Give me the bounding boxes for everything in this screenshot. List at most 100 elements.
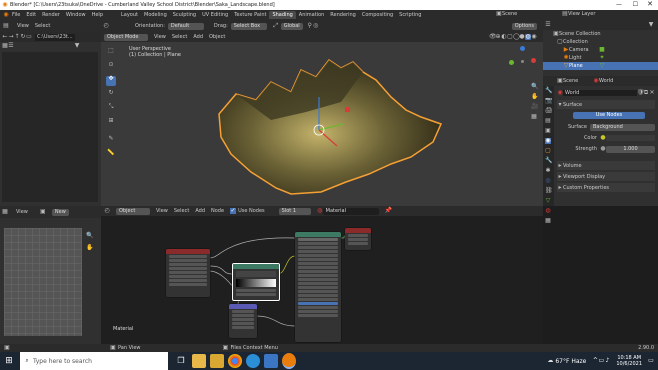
filebrowser-view-menu[interactable]: View: [17, 23, 29, 29]
properties-scene-label[interactable]: Scene: [563, 78, 593, 84]
viewport-object-menu[interactable]: Object: [209, 34, 225, 40]
node-editor-type-icon[interactable]: ◴: [104, 208, 110, 214]
texture-coordinate-node[interactable]: [166, 249, 210, 297]
tab-modeling[interactable]: Modeling: [141, 11, 170, 19]
light-data-icon[interactable]: ✦: [599, 55, 605, 61]
outliner-filter-icon[interactable]: ▼: [648, 22, 654, 28]
material-browse-icon[interactable]: ◍: [317, 208, 323, 214]
pin-icon[interactable]: 📌: [385, 208, 392, 214]
node-node-menu[interactable]: Node: [211, 208, 224, 214]
image-editor-type-icon[interactable]: ▦: [2, 209, 8, 215]
notification-icon[interactable]: ▭: [648, 358, 654, 364]
image-canvas[interactable]: [4, 228, 82, 336]
mode-dropdown[interactable]: Object Mode: [104, 33, 148, 41]
surface-shader-dropdown[interactable]: Background: [590, 123, 655, 131]
close-button[interactable]: ✕: [647, 0, 653, 8]
viewport-3d[interactable]: User Perspective (1) Collection | Plane …: [101, 42, 543, 206]
output-tab-icon[interactable]: 🖨: [545, 108, 553, 114]
tab-compositing[interactable]: Compositing: [359, 11, 396, 19]
modifier-tab-icon[interactable]: 🔧: [545, 158, 552, 164]
viewport-add-menu[interactable]: Add: [193, 34, 203, 40]
color-ramp-node[interactable]: [232, 263, 280, 301]
proportional-edit-icon[interactable]: ◎: [313, 23, 319, 29]
node-add-menu[interactable]: Add: [195, 208, 205, 214]
image-new-button[interactable]: New: [51, 208, 69, 216]
editor-type-icon[interactable]: ▤: [3, 23, 9, 29]
viewport-select-menu[interactable]: Select: [172, 34, 187, 40]
start-button[interactable]: ⊞: [0, 352, 18, 370]
constraints-tab-icon[interactable]: ⛓: [545, 188, 553, 194]
outliner-root[interactable]: Scene Collection: [559, 31, 601, 37]
orientation-dropdown[interactable]: Default: [167, 22, 204, 30]
file-explorer-icon[interactable]: [192, 354, 206, 368]
folder-icon[interactable]: [210, 354, 224, 368]
strength-field[interactable]: 1.000: [606, 145, 655, 153]
tab-shading[interactable]: Shading: [269, 11, 296, 19]
outliner-item-plane[interactable]: Plane: [569, 63, 599, 69]
custom-properties-section[interactable]: Custom Properties: [563, 185, 609, 191]
landscape-mesh[interactable]: [101, 42, 543, 206]
world-name-field[interactable]: World: [563, 90, 637, 96]
unlink-icon[interactable]: ✕: [649, 90, 655, 96]
navigation-gizmo[interactable]: [507, 46, 537, 76]
outliner-item-collection[interactable]: Collection: [563, 39, 588, 45]
camera-data-icon[interactable]: ■: [599, 47, 605, 53]
weather-text[interactable]: 67°F Haze: [555, 358, 586, 365]
node-select-menu[interactable]: Select: [174, 208, 189, 214]
transform-pivot-icon[interactable]: ⤢: [273, 23, 279, 29]
image-pan-icon[interactable]: ✋: [86, 245, 93, 251]
properties-world-label[interactable]: World: [599, 78, 613, 84]
outliner-item-camera[interactable]: Camera: [569, 47, 599, 53]
particles-tab-icon[interactable]: ✱: [545, 168, 551, 174]
pan-hand-icon[interactable]: ✋: [531, 94, 538, 100]
mapping-node[interactable]: [229, 304, 257, 338]
image-view-menu[interactable]: View: [16, 209, 28, 215]
menu-edit[interactable]: Edit: [23, 11, 39, 19]
render-tab-icon[interactable]: 📷: [545, 98, 552, 104]
tab-texture-paint[interactable]: Texture Paint: [231, 11, 269, 19]
menu-render[interactable]: Render: [39, 11, 63, 19]
view-layer-selector[interactable]: View Layer: [568, 11, 595, 17]
taskbar-search[interactable]: ⌕ Type here to search: [20, 352, 168, 370]
tab-uv-editing[interactable]: UV Editing: [199, 11, 231, 19]
tab-sculpting[interactable]: Sculpting: [170, 11, 199, 19]
tool-tab-icon[interactable]: 🔧: [545, 88, 552, 94]
path-field[interactable]: C:\Users\23t...: [35, 33, 75, 41]
physics-tab-icon[interactable]: ◎: [545, 178, 551, 184]
image-browse-icon[interactable]: ▣: [40, 209, 46, 215]
texture-tab-icon[interactable]: ▦: [545, 218, 551, 224]
principled-bsdf-node[interactable]: [295, 232, 341, 342]
outliner-editor-icon[interactable]: ☰: [545, 22, 551, 28]
material-output-node[interactable]: [345, 228, 371, 250]
ortho-grid-icon[interactable]: ▦: [531, 114, 537, 120]
maximize-button[interactable]: ☐: [633, 1, 638, 8]
taskbar-clock[interactable]: 10:18 AM 10/6/2021: [616, 355, 642, 367]
volume-icon[interactable]: ♪: [604, 358, 610, 364]
task-view-icon[interactable]: ❐: [174, 354, 188, 368]
surface-section[interactable]: Surface: [563, 102, 582, 108]
blender-taskbar-icon[interactable]: [282, 353, 296, 369]
shading-rendered-icon[interactable]: ◉: [531, 34, 537, 40]
image-zoom-icon[interactable]: 🔍: [86, 233, 93, 239]
use-nodes-checkbox[interactable]: ✓: [230, 208, 237, 214]
volume-section[interactable]: Volume: [563, 163, 582, 169]
file-list-area[interactable]: [2, 52, 98, 202]
scene-selector[interactable]: Scene: [502, 11, 562, 17]
tab-scripting[interactable]: Scripting: [396, 11, 424, 19]
tab-layout[interactable]: Layout: [118, 11, 141, 19]
mesh-data-icon[interactable]: ▽: [599, 63, 605, 69]
node-view-menu[interactable]: View: [156, 208, 168, 214]
viewport-display-section[interactable]: Viewport Display: [563, 174, 605, 180]
tab-animation[interactable]: Animation: [296, 11, 328, 19]
tab-rendering[interactable]: Rendering: [327, 11, 359, 19]
viewport-editor-type-icon[interactable]: ◴: [103, 23, 109, 29]
outliner-item-light[interactable]: Light: [569, 55, 599, 61]
world-props-tab-icon[interactable]: ◉: [545, 138, 551, 144]
view-layer-tab-icon[interactable]: ▤: [545, 118, 551, 124]
filebrowser-select-menu[interactable]: Select: [35, 23, 50, 29]
slot-dropdown[interactable]: Slot 1: [278, 207, 311, 215]
drag-dropdown[interactable]: Select Box: [230, 22, 267, 30]
viewport-view-menu[interactable]: View: [154, 34, 166, 40]
minimize-button[interactable]: —: [616, 1, 622, 8]
edge-icon[interactable]: [246, 354, 260, 368]
